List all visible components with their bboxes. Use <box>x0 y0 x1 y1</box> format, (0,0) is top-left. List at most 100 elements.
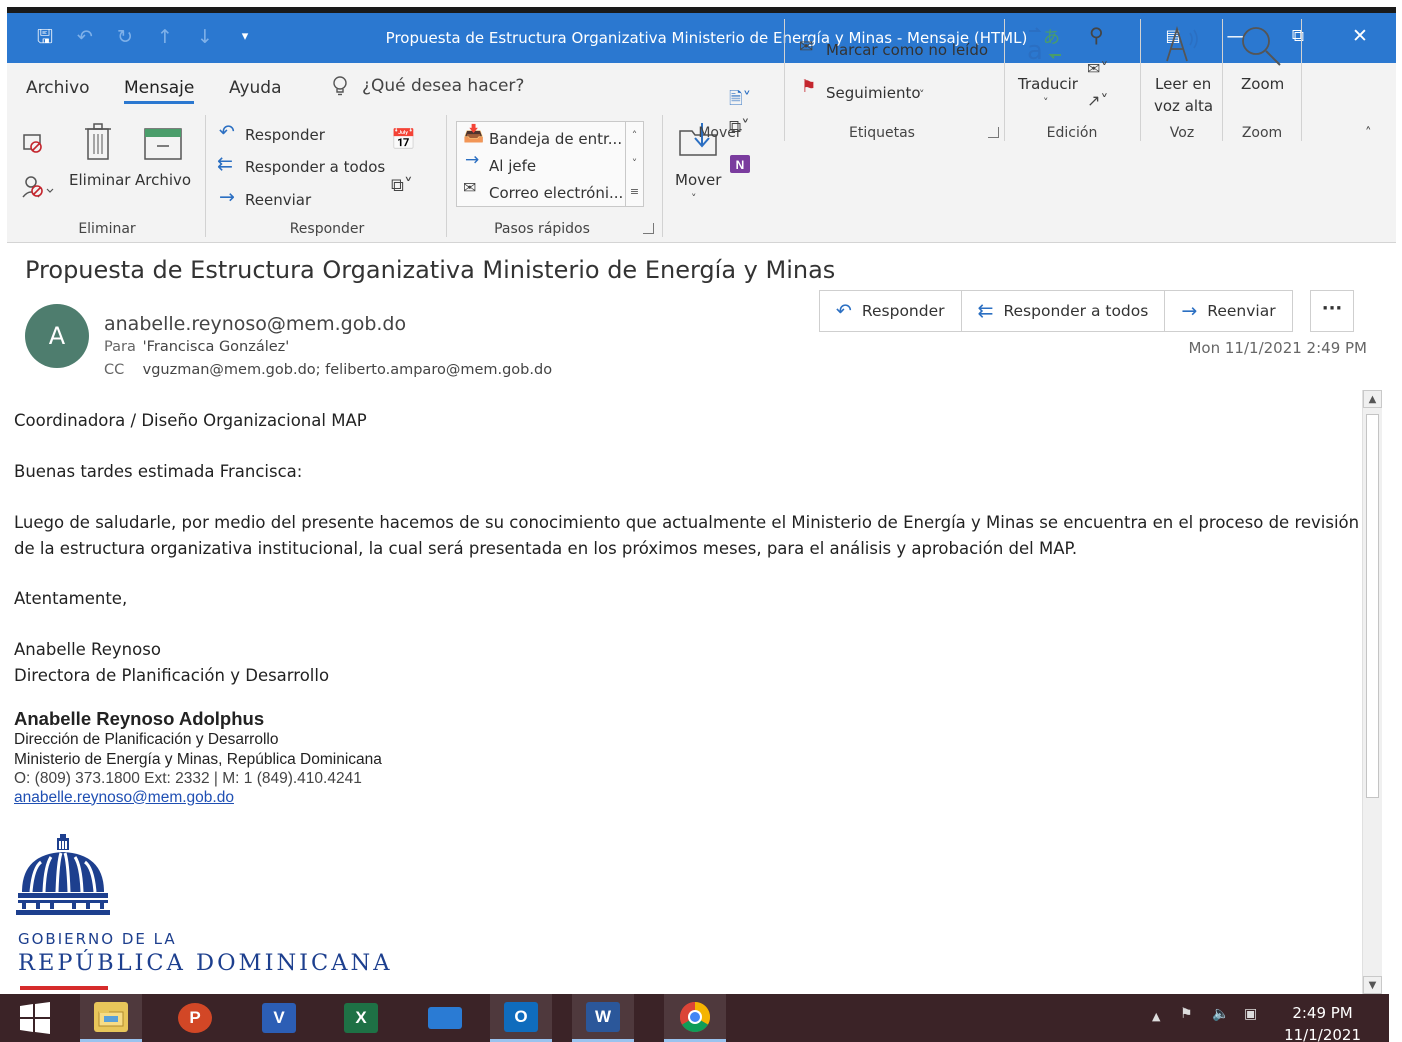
excel-icon: X <box>344 1003 378 1033</box>
reply-all-icon: ⇇ <box>217 153 233 175</box>
windows-taskbar: P V X O W ▲ ⚑ 🔈 ▣ 2:49 PM 11/1/2021 <box>0 994 1389 1042</box>
reply-all-action-label: Responder a todos <box>1003 302 1149 320</box>
read-aloud-label-2[interactable]: voz alta <box>1154 97 1213 115</box>
archive-icon[interactable] <box>143 125 183 166</box>
message-date: Mon 11/1/2021 2:49 PM <box>1188 339 1367 357</box>
quicksteps-scroll-up[interactable]: ˄ <box>625 122 643 150</box>
notifications-icon[interactable]: ▣ <box>1244 1006 1257 1022</box>
signature-email-link[interactable]: anabelle.reynoso@mem.gob.do <box>14 789 234 806</box>
quicksteps-expand[interactable]: ≡ <box>625 178 643 206</box>
more-actions-button[interactable]: ··· <box>1310 290 1354 332</box>
ribbon-separator <box>1301 19 1302 141</box>
quickstep-bandeja[interactable]: Bandeja de entr... <box>489 130 622 148</box>
forward-action-button[interactable]: → Reenviar <box>1165 291 1291 331</box>
related-icon[interactable]: ✉˅ <box>1087 61 1108 77</box>
translate-dropdown-icon[interactable]: ˅ <box>1043 97 1049 108</box>
read-aloud-label-1[interactable]: Leer en <box>1155 75 1211 93</box>
junk-icon[interactable] <box>21 173 55 202</box>
ribbon-separator <box>1004 19 1005 141</box>
forward-action-label: Reenviar <box>1207 302 1276 320</box>
powerpoint-icon: P <box>178 1003 212 1033</box>
tab-mensaje[interactable]: Mensaje <box>124 78 195 104</box>
quicksteps-scroll-down[interactable]: ˅ <box>625 150 643 178</box>
system-clock[interactable]: 2:49 PM 11/1/2021 <box>1284 1002 1361 1042</box>
tab-ayuda[interactable]: Ayuda <box>229 78 282 98</box>
cc-line: CC vguzman@mem.gob.do; feliberto.amparo@… <box>104 362 552 378</box>
ribbon-separator <box>1140 19 1141 141</box>
ribbon-separator <box>446 115 447 237</box>
zoom-button[interactable]: Zoom <box>1241 75 1284 93</box>
to-recipient[interactable]: 'Francisca González' <box>143 339 290 355</box>
quickstep-al-jefe[interactable]: Al jefe <box>489 157 536 175</box>
inbox-quickstep-icon: 📥 <box>463 124 485 144</box>
body-closing: Atentamente, <box>14 589 128 608</box>
move-dropdown-icon[interactable]: ˅ <box>691 193 697 204</box>
taskbar-excel[interactable]: X <box>330 994 392 1042</box>
zoom-magnifier-icon[interactable] <box>1240 25 1282 70</box>
network-error-icon[interactable]: ⚑ <box>1180 1006 1193 1022</box>
restore-icon[interactable]: ⧉ <box>1283 24 1313 48</box>
select-cursor-icon[interactable]: ↗˅ <box>1087 93 1108 109</box>
sender-address[interactable]: anabelle.reynoso@mem.gob.do <box>104 313 406 335</box>
government-logo: GOBIERNO DE LA REPÚBLICA DOMINICANA <box>14 832 389 990</box>
follow-up-button[interactable]: Seguimiento <box>826 84 921 102</box>
quickstep-correo[interactable]: Correo electróni... <box>489 184 623 202</box>
taskbar-visio[interactable]: V <box>248 994 310 1042</box>
read-aloud-icon[interactable] <box>1163 25 1203 68</box>
svg-text:N: N <box>736 158 745 172</box>
start-button[interactable] <box>4 994 66 1042</box>
scroll-down-arrow[interactable]: ▼ <box>1363 976 1382 994</box>
show-hidden-icons[interactable]: ▲ <box>1152 1010 1160 1023</box>
signature-dept: Dirección de Planificación y Desarrollo <box>14 731 279 748</box>
mark-unread-button[interactable]: Marcar como no leído <box>826 41 988 59</box>
quicksteps-launcher-icon[interactable] <box>643 223 654 234</box>
archive-button[interactable]: Archivo <box>135 171 191 189</box>
translate-icon[interactable]: aあ <box>1025 25 1065 68</box>
taskbar-chrome[interactable] <box>664 994 726 1042</box>
move-button[interactable]: Mover <box>675 171 721 189</box>
find-icon[interactable]: ⚲ <box>1089 25 1104 45</box>
signature-phone: O: (809) 373.1800 Ext: 2332 | M: 1 (849)… <box>14 770 362 787</box>
tags-launcher-icon[interactable] <box>988 127 999 138</box>
tab-archivo[interactable]: Archivo <box>26 78 90 98</box>
message-vertical-scrollbar[interactable]: ▲ ▼ <box>1362 390 1382 994</box>
scroll-up-arrow[interactable]: ▲ <box>1363 390 1382 408</box>
body-paragraph-1: Luego de saludarle, por medio del presen… <box>14 513 1360 532</box>
collapse-ribbon-icon[interactable]: ˄ <box>1365 127 1372 140</box>
signature-name: Anabelle Reynoso Adolphus <box>14 708 265 729</box>
taskbar-file-explorer[interactable] <box>80 994 142 1042</box>
onenote-icon[interactable]: N <box>729 153 751 178</box>
group-mover-label: Mover <box>698 125 742 141</box>
group-etiquetas-label: Etiquetas <box>849 125 915 141</box>
to-line: Para 'Francisca González' <box>104 339 289 355</box>
delete-button[interactable]: Eliminar <box>69 171 130 189</box>
to-manager-icon: → <box>465 150 480 170</box>
tell-me-search[interactable]: ¿Qué desea hacer? <box>332 76 524 96</box>
body-greeting: Buenas tardes estimada Francisca: <box>14 462 303 481</box>
word-icon: W <box>586 1001 620 1032</box>
taskbar-desktop-app[interactable] <box>414 994 476 1042</box>
taskbar-powerpoint[interactable]: P <box>164 994 226 1042</box>
forward-button[interactable]: Reenviar <box>245 191 311 209</box>
follow-up-dropdown-icon[interactable]: ˅ <box>919 89 925 100</box>
reply-action-button[interactable]: ↶ Responder <box>820 291 962 331</box>
ribbon-separator <box>205 115 206 237</box>
delete-trash-icon[interactable] <box>83 121 113 164</box>
taskbar-outlook[interactable]: O <box>490 994 552 1042</box>
more-respond-icon[interactable]: ⧉˅ <box>391 177 413 195</box>
close-icon[interactable]: ✕ <box>1345 24 1375 48</box>
group-voz-label: Voz <box>1169 125 1195 141</box>
logo-line-1: GOBIERNO DE LA <box>18 930 177 948</box>
translate-button[interactable]: Traducir <box>1018 75 1078 93</box>
actions-icon[interactable]: 🗎˅ <box>729 91 751 108</box>
email-signature: Anabelle Reynoso Adolphus Dirección de P… <box>14 708 382 807</box>
reply-all-button[interactable]: Responder a todos <box>245 158 385 176</box>
taskbar-word[interactable]: W <box>572 994 634 1042</box>
reply-button[interactable]: Responder <box>245 126 325 144</box>
volume-icon[interactable]: 🔈 <box>1212 1006 1229 1022</box>
cc-recipients[interactable]: vguzman@mem.gob.do; feliberto.amparo@mem… <box>143 362 552 378</box>
meeting-reply-icon[interactable]: 📅 <box>391 129 416 149</box>
ignore-icon[interactable] <box>21 131 45 160</box>
scroll-thumb[interactable] <box>1366 414 1379 798</box>
reply-all-action-button[interactable]: ⇇ Responder a todos <box>962 291 1166 331</box>
